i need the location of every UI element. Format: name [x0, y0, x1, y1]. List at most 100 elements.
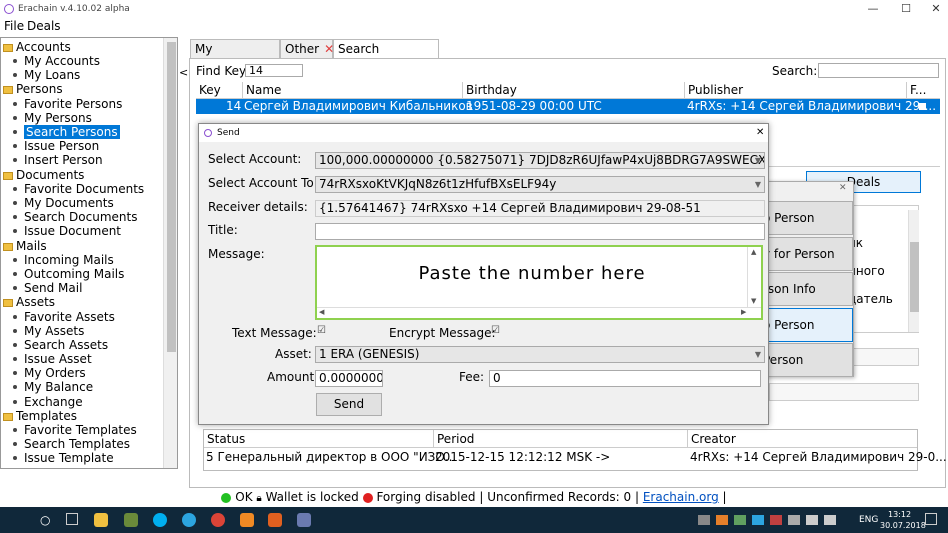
app-icon[interactable] [124, 513, 138, 527]
scroll-up-icon[interactable]: ▲ [751, 248, 756, 256]
tree-item-favorite-templates[interactable]: Favorite Templates [7, 423, 137, 437]
tree-folder-accounts[interactable]: Accounts [3, 40, 71, 54]
send-button[interactable]: Send [316, 393, 382, 416]
tab-other[interactable]: Other ✕ [280, 39, 334, 58]
info-panel-scrollbar[interactable] [908, 210, 919, 332]
search-input[interactable] [818, 63, 939, 78]
tree-item-my-loans[interactable]: My Loans [7, 68, 80, 82]
telegram-icon[interactable] [182, 513, 196, 527]
col-name[interactable]: Name [246, 83, 281, 98]
tree-item-search-persons[interactable]: Search Persons [7, 125, 120, 139]
favorite-checkbox[interactable] [919, 103, 926, 110]
col-key[interactable]: Key [199, 83, 221, 98]
select-account-combo[interactable]: 100,000.00000000 {0.58275071} 7DJD8zR6UJ… [315, 152, 765, 169]
dialog-close-icon[interactable]: ✕ [756, 124, 764, 142]
tree-item-search-templates[interactable]: Search Templates [7, 437, 130, 451]
notification-icon[interactable] [925, 513, 937, 525]
select-account-to-combo[interactable]: 74rRXsxoKtVKJqN8z6t1zHfufBXsELF94y ▼ [315, 176, 765, 193]
deal-item-4[interactable]: o Person [756, 308, 853, 342]
asset-combo[interactable]: 1 ERA (GENESIS) ▼ [315, 346, 765, 363]
col-birthday[interactable]: Birthday [466, 83, 517, 98]
tree-item-issue-person[interactable]: Issue Person [7, 139, 99, 153]
clock-date[interactable]: 30.07.2018 [880, 521, 926, 530]
file-explorer-icon[interactable] [94, 513, 108, 527]
bullet-icon [13, 200, 17, 205]
java-icon[interactable] [268, 513, 282, 527]
deal-item-5[interactable]: Person [756, 343, 853, 377]
tree-item-my-orders[interactable]: My Orders [7, 366, 86, 380]
app-icon[interactable] [240, 513, 254, 527]
fee-input[interactable]: 0 [489, 370, 761, 387]
tree-folder-assets[interactable]: Assets [3, 295, 55, 309]
tree-item-search-documents[interactable]: Search Documents [7, 210, 137, 224]
windows-start-icon[interactable] [10, 512, 24, 526]
window-title: Erachain v.4.10.02 alpha [18, 4, 130, 14]
tree-item-issue-asset[interactable]: Issue Asset [7, 352, 92, 366]
task-view-icon[interactable] [66, 513, 78, 525]
encrypt-message-checkbox[interactable]: ☑ [491, 325, 500, 336]
deals-popup-close-icon[interactable]: ✕ [839, 183, 847, 193]
find-key-input[interactable]: 14 [245, 64, 303, 77]
tree-item-outcoming-mails[interactable]: Outcoming Mails [7, 267, 124, 281]
tree-item-favorite-assets[interactable]: Favorite Assets [7, 310, 115, 324]
scroll-left-icon[interactable]: ◀ [319, 308, 324, 316]
tree-folder-persons[interactable]: Persons [3, 82, 63, 96]
tree-folder-documents[interactable]: Documents [3, 168, 84, 182]
bullet-icon [13, 314, 17, 319]
tree-item-favorite-documents[interactable]: Favorite Documents [7, 182, 144, 196]
tree-item-my-documents[interactable]: My Documents [7, 196, 114, 210]
splitter[interactable] [768, 166, 940, 167]
menu-deals[interactable]: Deals [27, 19, 61, 33]
chrome-icon[interactable] [211, 513, 225, 527]
maximize-button[interactable]: ☐ [898, 2, 914, 16]
skype-icon[interactable] [153, 513, 167, 527]
tree-item-my-persons[interactable]: My Persons [7, 111, 92, 125]
col-favorite[interactable]: F... [910, 83, 926, 98]
col-period[interactable]: Period [437, 432, 474, 447]
search-icon[interactable]: ○ [40, 513, 50, 527]
tree-folder-mails[interactable]: Mails [3, 239, 47, 253]
deal-item-1[interactable]: o Person [756, 201, 853, 235]
minimize-button[interactable]: — [865, 2, 881, 16]
tree-item-my-assets[interactable]: My Assets [7, 324, 84, 338]
tree-item-incoming-mails[interactable]: Incoming Mails [7, 253, 114, 267]
app-icon[interactable] [297, 513, 311, 527]
tree-scrollbar-thumb[interactable] [167, 42, 176, 352]
tree-item-search-assets[interactable]: Search Assets [7, 338, 108, 352]
erachain-link[interactable]: Erachain.org [643, 490, 719, 504]
message-textarea[interactable]: Paste the number here ▲ ▼ ◀ ▶ [315, 245, 763, 320]
message-hscrollbar[interactable]: ◀ ▶ [317, 307, 761, 318]
col-creator[interactable]: Creator [691, 432, 736, 447]
tree-item-issue-document[interactable]: Issue Document [7, 224, 121, 238]
tab-my-accounts[interactable]: My Accounts✕ [190, 39, 280, 74]
folder-icon [3, 43, 13, 52]
table-row[interactable]: 14 Сергей Владимирович Кибальников 1951-… [196, 99, 940, 114]
amount-input[interactable]: 0.00000000 [315, 370, 383, 387]
message-scrollbar[interactable]: ▲ ▼ [747, 247, 761, 307]
tree-item-my-balance[interactable]: My Balance [7, 380, 93, 394]
tree-item-send-mail[interactable]: Send Mail [7, 281, 82, 295]
tree-item-favorite-persons[interactable]: Favorite Persons [7, 97, 122, 111]
tree-item-issue-template[interactable]: Issue Template [7, 451, 114, 465]
tree-folder-templates[interactable]: Templates [3, 409, 77, 423]
tree-item-insert-person[interactable]: Insert Person [7, 153, 103, 167]
table-row[interactable]: 5 Генеральный директор в ООО "ИЗО... 201… [204, 449, 947, 465]
menu-file[interactable]: File [4, 19, 24, 33]
text-message-checkbox[interactable]: ☑ [317, 325, 326, 336]
scroll-right-icon[interactable]: ▶ [741, 308, 746, 316]
language-indicator[interactable]: ENG [859, 515, 878, 525]
title-input[interactable] [315, 223, 765, 240]
system-tray[interactable] [698, 515, 848, 525]
tree-item-exchange[interactable]: Exchange [7, 395, 83, 409]
deal-item-3[interactable]: rson Info [756, 272, 853, 306]
clock-time[interactable]: 13:12 [888, 510, 911, 519]
tab-search-persons[interactable]: Search Persons✕ [333, 39, 439, 74]
collapse-panel-arrow[interactable]: < [179, 66, 188, 79]
col-publisher[interactable]: Publisher [688, 83, 743, 98]
col-status[interactable]: Status [207, 432, 245, 447]
tree-scrollbar[interactable] [163, 38, 177, 468]
scroll-down-icon[interactable]: ▼ [751, 297, 756, 305]
tree-item-my-accounts[interactable]: My Accounts [7, 54, 100, 68]
deal-item-2[interactable]: y for Person [756, 237, 853, 271]
close-window-button[interactable]: ✕ [928, 2, 944, 16]
